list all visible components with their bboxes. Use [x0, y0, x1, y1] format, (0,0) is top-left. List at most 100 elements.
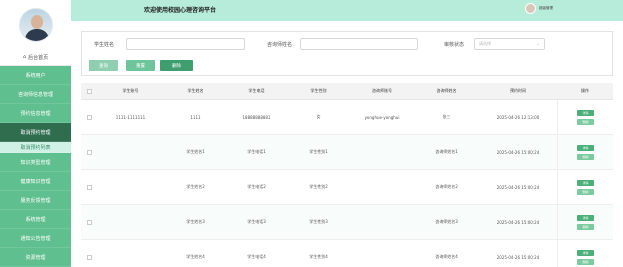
sidebar-item[interactable]: 服务反馈管理: [0, 191, 71, 210]
row-actions: 详情 删除: [557, 135, 613, 169]
table-cell: 学生性别3: [309, 219, 328, 224]
top-header: 欢迎使用校园心理咨询平台 超级管理: [71, 0, 623, 21]
sidebar-item[interactable]: 系统管理: [0, 210, 71, 229]
detail-button[interactable]: 详情: [577, 179, 594, 186]
row-checkbox[interactable]: [85, 240, 93, 267]
table-cell: 学生姓名2: [186, 184, 205, 189]
column-header: 学生电话: [248, 88, 265, 93]
row-delete-button[interactable]: 删除: [577, 188, 594, 195]
table-row: 学生姓名4 学生电话4 学生性别4 咨询师姓名4 2025-04-26 15:00:24…: [81, 240, 613, 267]
sidebar-item[interactable]: 咨询师信息管理: [0, 85, 71, 104]
row-delete-button[interactable]: 删除: [577, 153, 594, 160]
sidebar-item-label: 知识类型管理: [20, 159, 51, 166]
table-cell: 学生姓名1: [186, 149, 205, 154]
table-cell: 张三: [442, 114, 451, 119]
table-cell: 咨询师姓名2: [435, 184, 458, 189]
student-name-input[interactable]: [126, 38, 245, 50]
sidebar-item[interactable]: 预约信息管理: [0, 104, 71, 123]
table-cell: yonghue-yonghui: [364, 114, 400, 120]
row-actions: 详情 删除: [557, 100, 613, 134]
table-cell: 18888888881: [242, 114, 271, 120]
table-cell: 咨询师姓名3: [435, 219, 458, 224]
sidebar-item[interactable]: 资源管理: [0, 248, 71, 267]
sidebar-item[interactable]: 健康知识管理: [0, 172, 71, 191]
table-body: 1111-1111111 1111 18888888881 女 yonghue-yong…: [81, 100, 613, 267]
review-status-select[interactable]: 请选择 ⌄: [474, 38, 545, 50]
table-cell: [350, 240, 414, 267]
row-checkbox[interactable]: [85, 170, 93, 204]
sidebar-item[interactable]: 取消预约管理: [0, 123, 71, 142]
review-status-label: 审核状态: [444, 42, 465, 48]
sidebar-item[interactable]: 系统用户: [0, 66, 71, 85]
table-cell: 咨询师姓名4: [435, 254, 458, 259]
row-checkbox[interactable]: [85, 135, 93, 169]
detail-button[interactable]: 详情: [577, 109, 594, 116]
sidebar-item-label: 取消预约列表: [20, 144, 51, 151]
table-cell: 学生姓名3: [186, 219, 205, 224]
search-panel: 学生姓名 咨询师姓名 审核状态 请选择 ⌄ 查询 重置 删除: [81, 31, 613, 76]
counselor-name-label: 咨询师姓名: [267, 42, 293, 48]
table-row: 学生姓名2 学生电话2 学生性别2 咨询师姓名2 2025-04-26 15:00:24…: [81, 170, 613, 205]
table-cell: [96, 205, 165, 239]
table-cell: 2025-04-26 15:00:24: [496, 149, 540, 155]
counselor-name-input[interactable]: [300, 38, 418, 50]
sidebar-profile: [0, 0, 71, 49]
detail-button[interactable]: 详情: [577, 249, 594, 256]
column-header: 学生账号: [122, 88, 139, 93]
table-cell: 2025-04-26 15:00:24: [496, 219, 540, 225]
data-table: 学生账号 学生姓名 学生电话 学生性别 咨询师账号 咨询师姓名 预约时间 操作 1111-11…: [81, 83, 613, 267]
user-menu[interactable]: 超级管理: [525, 3, 553, 14]
reset-button[interactable]: 重置: [126, 60, 155, 71]
row-delete-button[interactable]: 删除: [577, 258, 594, 265]
column-header: 操作: [581, 88, 589, 93]
row-checkbox[interactable]: [85, 100, 93, 134]
detail-button[interactable]: 详情: [577, 214, 594, 221]
table-cell: 学生电话2: [247, 184, 266, 189]
delete-button[interactable]: 删除: [160, 60, 193, 71]
row-actions: 详情 删除: [557, 170, 613, 204]
sidebar-home-label: 后台首页: [28, 54, 49, 61]
row-delete-button[interactable]: 删除: [577, 118, 594, 125]
table-cell: 1111-1111111: [115, 114, 146, 120]
sidebar-home[interactable]: ⌂ 后台首页: [0, 49, 71, 66]
column-header: 咨询师账号: [372, 88, 392, 93]
sidebar-item[interactable]: 通知公告管理: [0, 229, 71, 248]
column-header: 学生姓名: [187, 88, 204, 93]
sidebar: ⌂ 后台首页 系统用户 咨询师信息管理预约信息管理取消预约管理取消预约列表 知识类型…: [0, 0, 71, 267]
table-cell: 学生性别1: [309, 149, 328, 154]
sidebar-item[interactable]: 知识类型管理: [0, 153, 71, 172]
select-all-checkbox[interactable]: [85, 83, 93, 99]
table-cell: 1111: [190, 114, 201, 120]
chevron-down-icon: ⌄: [536, 41, 540, 46]
table-cell: 学生电话1: [247, 149, 266, 154]
query-button[interactable]: 查询: [89, 60, 118, 71]
row-delete-button[interactable]: 删除: [577, 223, 594, 230]
table-cell: [350, 135, 414, 169]
row-checkbox[interactable]: [85, 205, 93, 239]
sidebar-menu: 系统用户 咨询师信息管理预约信息管理取消预约管理取消预约列表 知识类型管理 健康知识管…: [0, 66, 71, 267]
table-header: 学生账号 学生姓名 学生电话 学生性别 咨询师账号 咨询师姓名 预约时间 操作: [81, 83, 613, 100]
table-cell: [350, 205, 414, 239]
sidebar-item[interactable]: 取消预约列表: [0, 142, 71, 153]
table-row: 学生姓名3 学生电话3 学生性别3 咨询师姓名3 2025-04-26 15:00:24…: [81, 205, 613, 240]
table-cell: [96, 240, 165, 267]
table-cell: 学生性别2: [309, 184, 328, 189]
table-cell: 女: [316, 114, 321, 119]
avatar: [18, 7, 53, 42]
detail-button[interactable]: 详情: [577, 144, 594, 151]
table-cell: 2025-04-26 12:13:00: [496, 114, 540, 120]
table-cell: [96, 170, 165, 204]
row-actions: 详情 删除: [557, 205, 613, 239]
sidebar-item-label: 预约信息管理: [20, 110, 51, 117]
page-title: 欢迎使用校园心理咨询平台: [144, 7, 217, 14]
sidebar-item-label: 资源管理: [25, 254, 46, 261]
table-row: 1111-1111111 1111 18888888881 女 yonghue-yong…: [81, 100, 613, 135]
sidebar-item-label: 健康知识管理: [20, 178, 51, 185]
table-cell: [96, 135, 165, 169]
home-icon: ⌂: [22, 54, 27, 60]
row-actions: 详情 删除: [557, 240, 613, 267]
table-cell: 学生电话4: [247, 254, 266, 259]
sidebar-item-label: 服务反馈管理: [20, 197, 51, 204]
column-header: 咨询师姓名: [436, 88, 457, 93]
table-row: 学生姓名1 学生电话1 学生性别1 咨询师姓名1 2025-04-26 15:00:24…: [81, 135, 613, 170]
